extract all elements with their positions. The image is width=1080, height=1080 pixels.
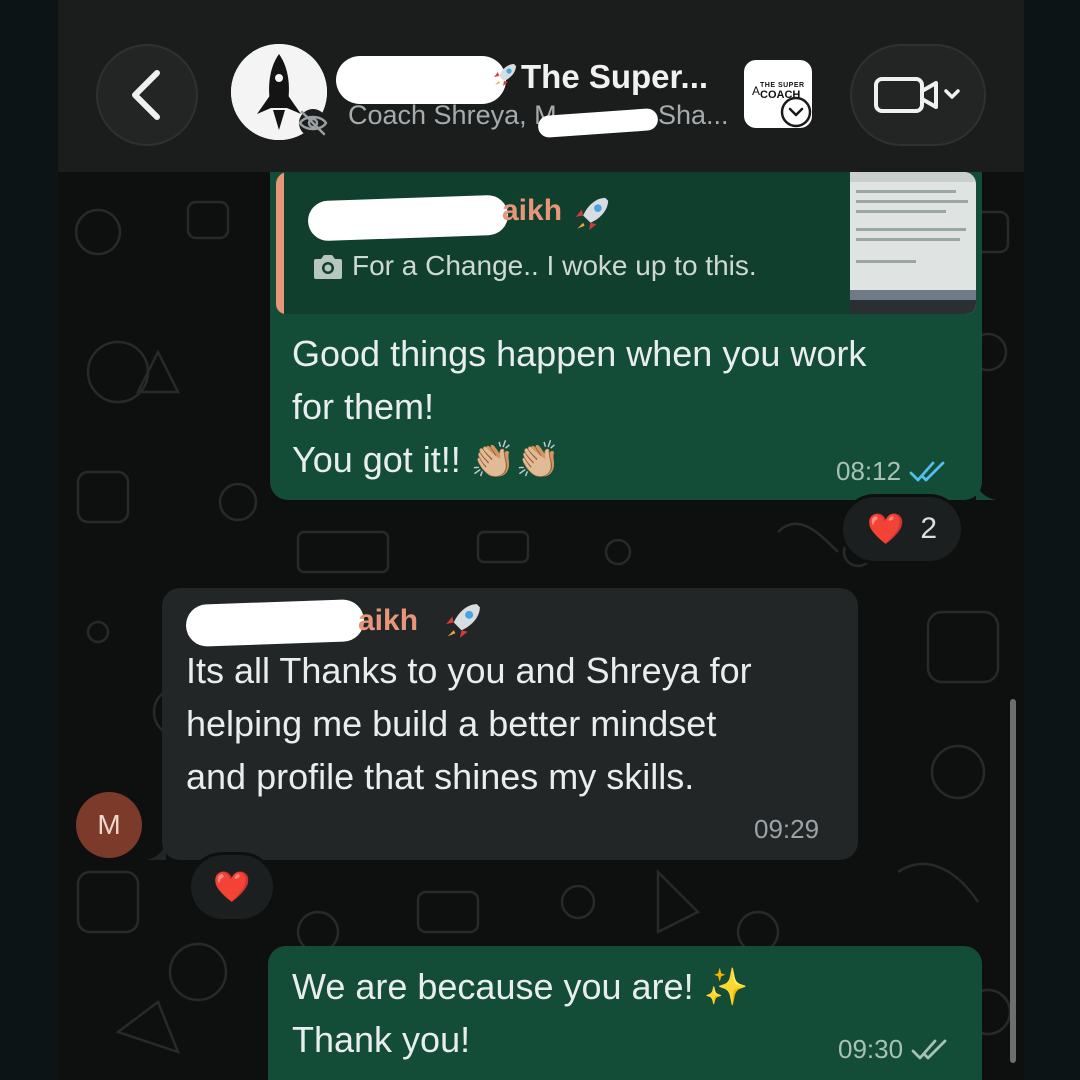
community-badge[interactable]: THE SUPER COACH A bbox=[744, 60, 812, 128]
camera-icon bbox=[314, 255, 342, 279]
redacted-sender-name bbox=[185, 598, 365, 648]
heart-emoji-icon: ❤️ bbox=[213, 870, 251, 904]
quoted-text: For a Change.. I woke up to this. bbox=[352, 250, 757, 281]
message-meta: 09:29 bbox=[754, 814, 819, 845]
double-check-delivered-icon bbox=[911, 1039, 947, 1059]
back-button[interactable] bbox=[96, 44, 198, 146]
quote-accent-bar bbox=[276, 172, 284, 314]
sender-avatar[interactable]: M bbox=[76, 792, 142, 858]
message-line: Good things happen when you work bbox=[292, 333, 867, 374]
sender-name: aikh bbox=[358, 604, 419, 637]
outgoing-message-3[interactable]: We are because you are! ✨ Thank you! 09:… bbox=[268, 946, 982, 1080]
reaction-pill-heart[interactable]: ❤️ bbox=[188, 852, 276, 922]
chat-screen: The Super... Coach Shreya, M Sha... THE … bbox=[58, 0, 1024, 1080]
video-call-button[interactable] bbox=[850, 44, 986, 146]
rocket-emoji-icon bbox=[575, 197, 609, 231]
redacted-name bbox=[336, 56, 506, 104]
quoted-sender-name: aikh bbox=[502, 194, 563, 227]
bubble-tail bbox=[146, 840, 166, 860]
badge-text-top: THE SUPER bbox=[760, 82, 805, 89]
message-list[interactable]: aikh For a Change.. I woke up to this. G… bbox=[58, 172, 1024, 1080]
rocket-emoji-icon bbox=[446, 604, 480, 638]
double-check-read-icon bbox=[909, 461, 945, 481]
chat-header: The Super... Coach Shreya, M Sha... THE … bbox=[58, 0, 1024, 172]
redacted-quoted-sender bbox=[307, 194, 509, 242]
message-time: 09:29 bbox=[754, 814, 820, 844]
heart-emoji-icon: ❤️ bbox=[866, 512, 905, 546]
message-line: and profile that shines my skills. bbox=[186, 756, 695, 797]
quoted-message[interactable]: aikh For a Change.. I woke up to this. bbox=[276, 172, 976, 314]
eye-off-icon bbox=[298, 109, 328, 137]
video-call-icon bbox=[874, 77, 960, 113]
outgoing-message-1[interactable]: aikh For a Change.. I woke up to this. G… bbox=[270, 172, 996, 500]
group-members-subtitle[interactable]: Coach Shreya, M bbox=[348, 100, 557, 131]
message-body: Its all Thanks to you and Shreya for hel… bbox=[186, 644, 856, 803]
chevron-down-circle-icon bbox=[780, 96, 812, 128]
group-title[interactable]: The Super... bbox=[521, 58, 708, 96]
message-line: helping me build a better mindset bbox=[186, 703, 717, 744]
message-meta: 09:30 bbox=[838, 1034, 949, 1065]
message-time: 09:30 bbox=[838, 1034, 904, 1064]
message-line: We are because you are! ✨ bbox=[292, 966, 749, 1007]
members-text: Coach Shreya, M bbox=[348, 100, 557, 130]
rocket-emoji-icon bbox=[494, 64, 516, 86]
reaction-count: 2 bbox=[920, 512, 938, 545]
reaction-pill-heart-2[interactable]: ❤️ 2 bbox=[840, 494, 964, 564]
incoming-message-2[interactable]: aikh Its all Thanks to you and Shreya fo… bbox=[162, 588, 858, 860]
scrollbar[interactable] bbox=[1010, 699, 1016, 1063]
chevron-left-icon bbox=[132, 70, 160, 120]
message-time: 08:12 bbox=[836, 456, 902, 486]
message-line: Its all Thanks to you and Shreya for bbox=[186, 650, 752, 691]
bubble-tail bbox=[976, 480, 996, 500]
message-line: for them! bbox=[292, 386, 435, 427]
screen-frame-right bbox=[1024, 0, 1080, 1080]
quoted-image-thumbnail bbox=[850, 172, 976, 314]
badge-rocket-icon: A bbox=[752, 84, 761, 98]
members-tail: Sha... bbox=[658, 100, 729, 130]
message-meta: 08:12 bbox=[836, 456, 947, 487]
screen-frame-left bbox=[0, 0, 58, 1080]
